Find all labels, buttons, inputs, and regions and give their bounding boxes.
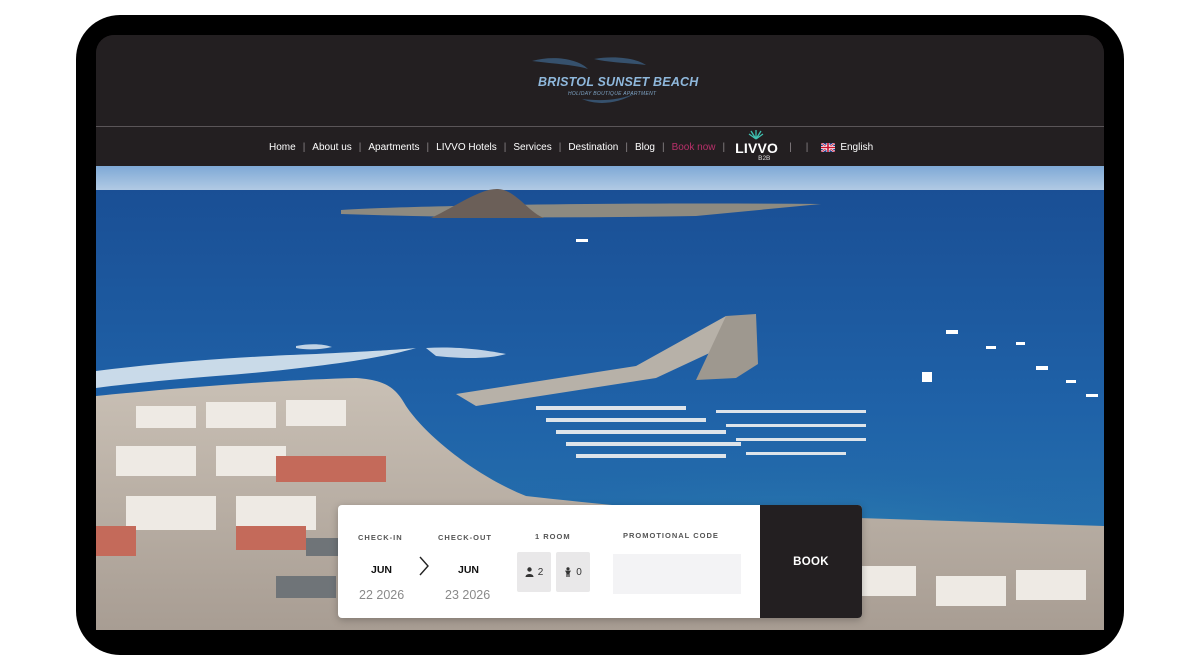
site-logo[interactable]: BRISTOL SUNSET BEACH HOLIDAY BOUTIQUE AP… — [526, 55, 698, 109]
nav-separator: | — [805, 141, 809, 153]
livvo-wordmark: LIVVO — [735, 140, 779, 156]
child-icon — [565, 567, 572, 577]
checkout-label: CHECK-OUT — [438, 533, 492, 542]
children-count: 0 — [576, 566, 582, 578]
promo-label: PROMOTIONAL CODE — [623, 531, 719, 540]
nav-blog[interactable]: Blog — [635, 142, 655, 153]
nav-separator: | — [426, 141, 430, 153]
nav-home[interactable]: Home — [269, 142, 296, 153]
nav-separator: | — [358, 141, 362, 153]
booking-widget: CHECK-IN JUN 22 2026 CHECK-OUT JUN 23 20… — [338, 505, 862, 618]
livvo-b2b-label: B2B — [758, 155, 771, 162]
adults-selector[interactable]: 2 — [517, 552, 551, 592]
chevron-right-icon — [419, 556, 429, 576]
room-label: 1 ROOM — [535, 532, 571, 541]
language-selector[interactable]: English — [821, 142, 873, 153]
adult-icon — [525, 567, 534, 577]
logo-title: BRISTOL SUNSET BEACH — [538, 75, 699, 89]
language-label: English — [840, 141, 874, 153]
livvo-b2b-logo[interactable]: LIVVO B2B — [734, 128, 778, 166]
checkout-date[interactable]: 23 2026 — [445, 588, 490, 602]
checkout-month[interactable]: JUN — [458, 564, 479, 576]
logo-subtitle: HOLIDAY BOUTIQUE APARTMENT — [568, 91, 657, 97]
site-header: BRISTOL SUNSET BEACH HOLIDAY BOUTIQUE AP… — [96, 35, 1104, 127]
checkin-month[interactable]: JUN — [371, 564, 392, 576]
children-selector[interactable]: 0 — [556, 552, 590, 592]
book-button[interactable]: BOOK — [760, 505, 862, 618]
checkin-date[interactable]: 22 2026 — [359, 588, 404, 602]
nav-separator: | — [302, 141, 306, 153]
nav-livvo-hotels[interactable]: LIVVO Hotels — [436, 142, 497, 153]
nav-separator: | — [558, 141, 562, 153]
adults-count: 2 — [537, 566, 544, 578]
nav-apartments[interactable]: Apartments — [368, 142, 419, 153]
nav-about-us[interactable]: About us — [312, 142, 351, 153]
nav-book-now[interactable]: Book now — [672, 142, 716, 153]
main-nav: Home | About us | Apartments | LIVVO Hot… — [96, 128, 1104, 166]
promo-code-input[interactable] — [613, 554, 741, 594]
uk-flag-icon — [821, 142, 836, 152]
nav-separator: | — [722, 141, 726, 153]
header-divider — [96, 126, 1104, 127]
nav-separator: | — [789, 141, 792, 153]
livvo-leaf-icon — [748, 130, 764, 140]
nav-services[interactable]: Services — [513, 142, 551, 153]
nav-destination[interactable]: Destination — [568, 142, 618, 153]
checkin-label: CHECK-IN — [358, 533, 403, 542]
nav-separator: | — [661, 141, 665, 153]
nav-separator: | — [625, 141, 628, 153]
nav-separator: | — [503, 141, 507, 153]
